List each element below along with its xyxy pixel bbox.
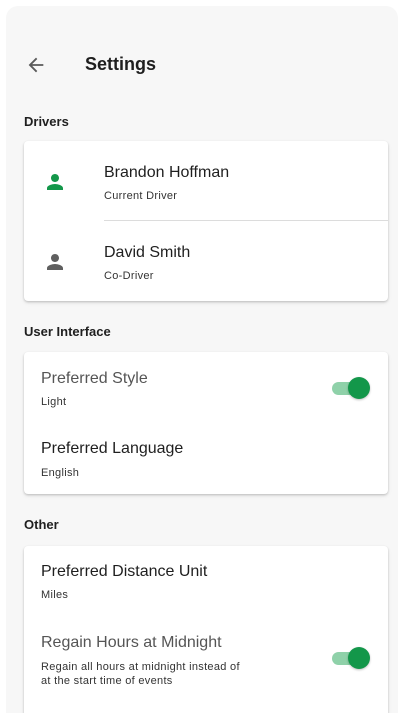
setting-description: Regain all hours at midnight instead of [41,661,240,673]
regain-hours-row[interactable]: Regain Hours at Midnight Regain all hour… [24,617,388,707]
driver-name: David Smith [104,244,191,261]
other-card: Preferred Distance Unit Miles Regain Hou… [24,546,388,713]
driver-role: Co-Driver [104,270,154,282]
distance-unit-row[interactable]: Preferred Distance Unit Miles [24,546,388,617]
driver-row-current[interactable]: Brandon Hoffman Current Driver [24,141,388,221]
arrow-left-icon [28,57,44,73]
preferred-style-row[interactable]: Preferred Style Light [24,352,388,423]
person-icon [47,174,63,190]
driver-role: Current Driver [104,190,178,202]
user-interface-card: Preferred Style Light Preferred Language… [24,352,388,494]
toggle-thumb [348,377,370,399]
setting-description: at the start time of events [41,675,173,687]
back-button[interactable] [22,51,50,79]
setting-value: Miles [41,589,69,601]
section-label-other: Other [24,517,59,532]
settings-screen: Settings Drivers Brandon Hoffman Current… [6,6,398,713]
setting-title: Preferred Distance Unit [41,563,208,580]
setting-title: Preferred Style [41,370,148,387]
section-label-user-interface: User Interface [24,324,111,339]
setting-title: Regain Hours at Midnight [41,634,222,651]
page-title: Settings [85,54,157,74]
toggle-thumb [348,647,370,669]
preferred-language-row[interactable]: Preferred Language English [24,423,388,494]
driver-name: Brandon Hoffman [104,164,230,181]
setting-title: Preferred Language [41,440,184,457]
setting-value: English [41,467,80,479]
driver-row-co-driver[interactable]: David Smith Co-Driver [24,221,388,301]
preferred-style-toggle[interactable] [330,377,370,399]
setting-value: Light [41,396,67,408]
section-label-drivers: Drivers [24,114,69,129]
top-app-bar: Settings [6,46,398,82]
person-icon [47,254,63,270]
drivers-card: Brandon Hoffman Current Driver David Smi… [24,141,388,301]
regain-hours-toggle[interactable] [330,647,370,669]
